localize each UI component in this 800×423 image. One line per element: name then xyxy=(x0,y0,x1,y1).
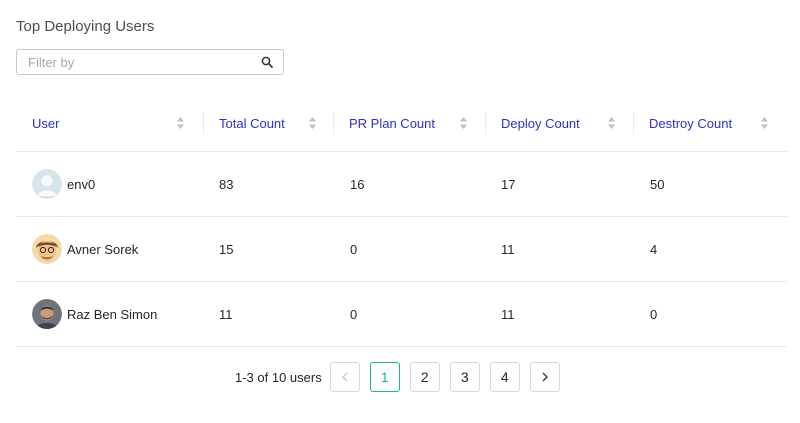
pagination-summary: 1-3 of 10 users xyxy=(235,369,322,385)
table-header: User Total Count PR Plan Count Deploy Co… xyxy=(16,95,787,152)
total-count-cell: 83 xyxy=(219,176,234,192)
sort-icon[interactable] xyxy=(459,115,468,131)
user-cell: env0 xyxy=(32,152,95,216)
column-header-user[interactable]: User xyxy=(16,95,203,151)
table-row: Raz Ben Simon 11 0 11 0 xyxy=(16,282,787,347)
column-header-label: Deploy Count xyxy=(501,115,580,131)
column-header-total-count[interactable]: Total Count xyxy=(203,95,333,151)
column-header-pr-plan-count[interactable]: PR Plan Count xyxy=(333,95,485,151)
column-header-label: Destroy Count xyxy=(649,115,733,131)
page-button-1[interactable]: 1 xyxy=(369,362,400,392)
user-name: Avner Sorek xyxy=(67,241,139,257)
column-header-deploy-count[interactable]: Deploy Count xyxy=(485,95,633,151)
user-name: Raz Ben Simon xyxy=(67,306,158,322)
total-count-cell: 15 xyxy=(219,241,234,257)
default-avatar-icon xyxy=(32,169,62,199)
destroy-count-cell: 4 xyxy=(650,241,658,257)
column-header-label: PR Plan Count xyxy=(349,115,435,131)
search-icon[interactable] xyxy=(261,56,273,68)
filter-input[interactable] xyxy=(17,50,264,74)
page-button-4[interactable]: 4 xyxy=(489,362,520,392)
user-cell: Raz Ben Simon xyxy=(32,282,157,346)
page-button-3[interactable]: 3 xyxy=(449,362,480,392)
cartoon-avatar-icon xyxy=(32,234,62,264)
sort-icon[interactable] xyxy=(176,115,185,131)
sort-icon[interactable] xyxy=(760,115,769,131)
next-page-button[interactable] xyxy=(529,362,560,392)
sort-icon[interactable] xyxy=(308,115,317,131)
deploy-count-cell: 17 xyxy=(501,176,516,192)
deploy-count-cell: 11 xyxy=(501,306,515,322)
user-cell: Avner Sorek xyxy=(32,217,138,281)
table-row: Avner Sorek 15 0 11 4 xyxy=(16,217,787,282)
chevron-right-icon xyxy=(542,372,548,382)
users-table: User Total Count PR Plan Count Deploy Co… xyxy=(16,95,787,347)
page-title: Top Deploying Users xyxy=(16,18,155,35)
total-count-cell: 11 xyxy=(219,306,233,322)
pr-plan-count-cell: 0 xyxy=(350,241,358,257)
filter-box xyxy=(16,49,284,75)
sort-icon[interactable] xyxy=(607,115,616,131)
pr-plan-count-cell: 16 xyxy=(350,176,365,192)
column-header-label: User xyxy=(32,115,60,131)
column-header-label: Total Count xyxy=(219,115,285,131)
deploy-count-cell: 11 xyxy=(501,241,515,257)
chevron-left-icon xyxy=(341,372,348,382)
table-row: env0 83 16 17 50 xyxy=(16,152,787,217)
destroy-count-cell: 0 xyxy=(650,306,658,322)
destroy-count-cell: 50 xyxy=(650,176,665,192)
prev-page-button[interactable] xyxy=(329,362,360,392)
pagination: 1-3 of 10 users 1 2 3 4 xyxy=(235,361,570,393)
page-button-2[interactable]: 2 xyxy=(409,362,440,392)
photo-avatar-icon xyxy=(32,299,62,329)
column-header-destroy-count[interactable]: Destroy Count xyxy=(633,95,787,151)
user-name: env0 xyxy=(67,176,96,192)
pr-plan-count-cell: 0 xyxy=(350,306,358,322)
